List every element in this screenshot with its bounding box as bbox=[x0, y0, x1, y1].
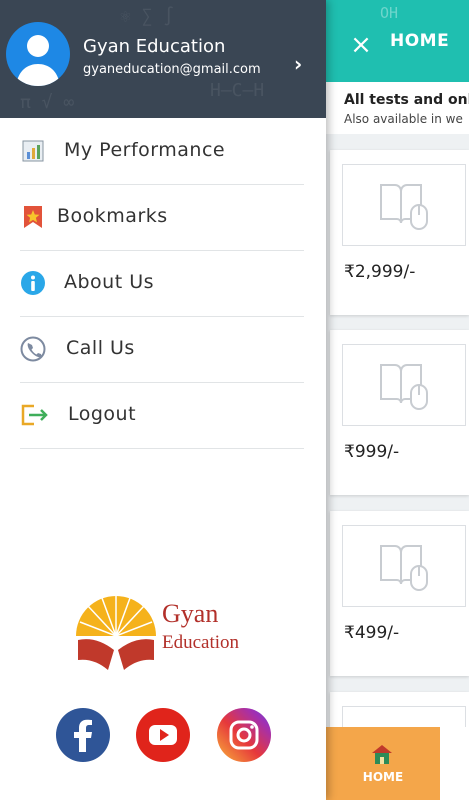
menu-item-label: Call Us bbox=[66, 337, 135, 359]
page-title: HOME bbox=[390, 31, 450, 51]
menu-item-about-us[interactable]: About Us bbox=[20, 250, 304, 317]
notice-subtitle: Also available in we bbox=[344, 112, 463, 126]
menu-item-label: About Us bbox=[64, 271, 155, 293]
course-price: ₹999/- bbox=[344, 442, 400, 462]
gyan-education-logo: Gyan Education bbox=[74, 588, 264, 672]
user-icon bbox=[16, 35, 60, 86]
bookmark-icon bbox=[24, 206, 42, 228]
menu-item-label: Bookmarks bbox=[57, 205, 168, 227]
menu-item-call-us[interactable]: Call Us bbox=[20, 316, 304, 383]
nav-home-button[interactable]: HOME bbox=[326, 727, 440, 800]
menu-item-my-performance[interactable]: My Performance bbox=[20, 118, 304, 185]
logo-emblem: Gyan Education bbox=[76, 596, 240, 670]
facebook-glyph bbox=[74, 719, 92, 752]
course-price: ₹2,999/- bbox=[344, 262, 416, 282]
book-mouse-icon bbox=[380, 364, 428, 410]
avatar bbox=[6, 22, 70, 86]
course-thumbnail bbox=[342, 164, 466, 246]
course-card[interactable]: ₹999/- bbox=[330, 330, 469, 495]
course-card[interactable]: ₹499/- bbox=[330, 511, 469, 676]
facebook-icon[interactable] bbox=[56, 708, 110, 762]
instagram-glyph bbox=[229, 720, 259, 750]
navigation-drawer: ⚛ ∑ ∫ H–C–H π √ ∞ Gyan Education gyanedu… bbox=[0, 0, 326, 800]
user-name: Gyan Education bbox=[83, 36, 226, 57]
menu-item-logout[interactable]: Logout bbox=[20, 382, 304, 449]
decorative-pattern: H–C–H bbox=[210, 80, 265, 101]
chevron-right-icon[interactable]: › bbox=[294, 52, 302, 76]
decorative-pattern: π √ ∞ bbox=[20, 92, 75, 113]
course-thumbnail bbox=[342, 525, 466, 607]
youtube-glyph bbox=[149, 725, 177, 745]
chart-icon bbox=[22, 140, 44, 162]
close-icon[interactable]: × bbox=[349, 32, 373, 58]
menu-item-label: Logout bbox=[68, 403, 137, 425]
logo-word-education: Education bbox=[162, 632, 240, 653]
course-card[interactable] bbox=[330, 692, 469, 738]
logo-word-gyan: Gyan bbox=[162, 599, 218, 628]
book-mouse-icon bbox=[380, 184, 428, 230]
youtube-icon[interactable] bbox=[136, 708, 190, 762]
phone-icon bbox=[20, 336, 46, 362]
home-icon bbox=[372, 745, 392, 764]
logout-icon bbox=[21, 404, 48, 426]
course-price: ₹499/- bbox=[344, 623, 400, 643]
user-email: gyaneducation@gmail.com bbox=[83, 62, 261, 77]
header-background-text: OH bbox=[380, 4, 399, 22]
book-mouse-icon bbox=[380, 545, 428, 591]
notice-banner: All tests and onli Also available in we bbox=[326, 82, 469, 134]
menu-item-bookmarks[interactable]: Bookmarks bbox=[20, 184, 304, 251]
notice-title: All tests and onli bbox=[344, 92, 469, 108]
info-icon bbox=[21, 271, 45, 295]
bottom-navigation: HOME bbox=[326, 727, 469, 800]
drawer-header[interactable]: ⚛ ∑ ∫ H–C–H π √ ∞ Gyan Education gyanedu… bbox=[0, 0, 326, 118]
nav-home-label: HOME bbox=[362, 770, 404, 784]
course-card[interactable]: ₹2,999/- bbox=[330, 150, 469, 315]
decorative-pattern: ⚛ ∑ ∫ bbox=[120, 6, 175, 27]
instagram-icon[interactable] bbox=[217, 708, 271, 762]
menu-item-label: My Performance bbox=[64, 139, 226, 161]
course-thumbnail bbox=[342, 344, 466, 426]
